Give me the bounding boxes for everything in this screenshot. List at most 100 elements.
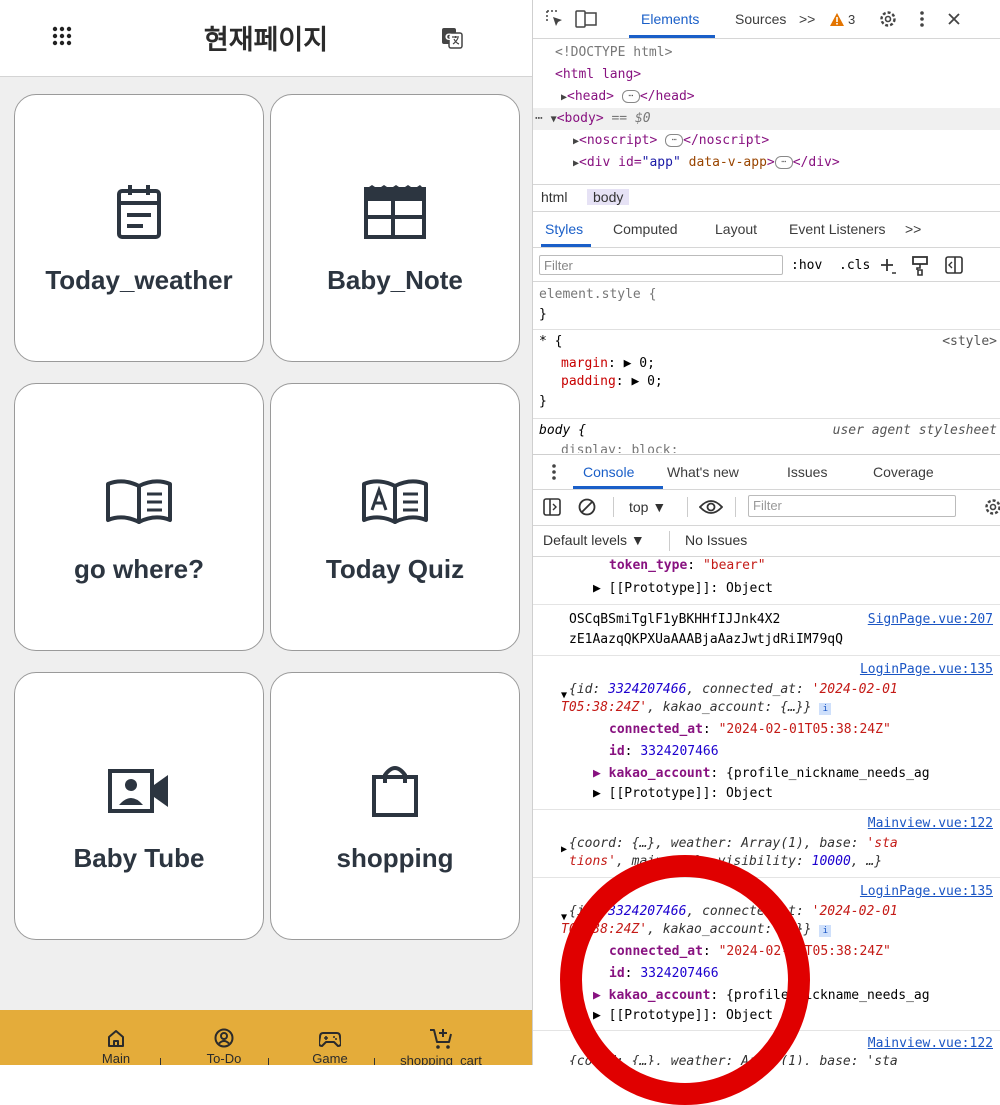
hover-state-button[interactable]: :hov: [791, 258, 822, 273]
tile-today-quiz[interactable]: Today Quiz: [270, 383, 520, 651]
issues-count-button[interactable]: No Issues: [685, 532, 747, 548]
breadcrumb-html[interactable]: html: [541, 189, 567, 205]
device-toolbar-icon[interactable]: [575, 9, 597, 29]
tab-event-listeners[interactable]: Event Listeners: [789, 221, 886, 237]
console-toolbar: top ▼ Filter: [533, 489, 1000, 526]
live-expression-eye-icon[interactable]: [699, 499, 723, 515]
source-link[interactable]: Mainview.vue:122: [868, 816, 993, 831]
warning-icon[interactable]: [829, 12, 845, 27]
toolbar-divider: [687, 497, 688, 517]
nav-todo[interactable]: To-Do: [174, 1028, 274, 1065]
tile-label: Baby_Note: [327, 265, 463, 295]
nav-divider: [160, 1058, 161, 1065]
table-layout-icon: [271, 183, 519, 241]
collapsed-content-icon[interactable]: ⋯: [774, 156, 793, 169]
nav-label: To-Do: [206, 1051, 242, 1065]
warning-count[interactable]: 3: [848, 12, 855, 27]
dom-node-noscript[interactable]: ▶<noscript> ⋯ </noscript>: [533, 130, 1000, 152]
collapsed-content-icon[interactable]: ⋯: [665, 134, 684, 147]
toggle-sidebar-icon[interactable]: [945, 256, 963, 274]
cart-plus-icon: [430, 1029, 452, 1049]
console-sidebar-icon[interactable]: [543, 498, 561, 516]
nav-main[interactable]: Main: [66, 1028, 166, 1065]
nav-label: shopping_cart: [400, 1053, 482, 1065]
tab-elements[interactable]: Elements: [641, 11, 699, 27]
source-link[interactable]: LoginPage.vue:135: [860, 662, 993, 677]
book-open-icon: [15, 472, 263, 530]
svg-text:G: G: [445, 33, 452, 43]
translate-icon[interactable]: G: [441, 27, 463, 49]
close-icon[interactable]: [947, 12, 961, 26]
tab-layout[interactable]: Layout: [715, 221, 757, 237]
tab-coverage[interactable]: Coverage: [873, 464, 934, 480]
context-selector[interactable]: top ▼: [629, 499, 666, 515]
settings-gear-icon[interactable]: [878, 9, 898, 29]
more-options-icon[interactable]: [919, 10, 925, 28]
tab-console[interactable]: Console: [583, 464, 634, 480]
mobile-app-view: 현재페이지 G Today_weather Baby_Note go where…: [0, 0, 532, 1065]
toolbar-divider: [669, 531, 670, 551]
clear-console-icon[interactable]: [577, 497, 597, 517]
tab-sources[interactable]: Sources: [735, 11, 786, 27]
rule-universal[interactable]: * { <style> margin: ▶ 0; padding: ▶ 0; }: [533, 330, 1000, 419]
source-link[interactable]: LoginPage.vue:135: [860, 884, 993, 899]
drawer-menu-icon[interactable]: [551, 463, 557, 481]
home-icon: [108, 1030, 124, 1047]
rule-element-style[interactable]: element.style { }: [533, 283, 1000, 330]
styles-filter-input[interactable]: Filter: [539, 255, 783, 275]
class-toggle-button[interactable]: .cls: [839, 258, 870, 273]
tile-label: Today_weather: [45, 265, 233, 295]
red-circle-annotation: [560, 855, 810, 1105]
tile-label: shopping: [336, 843, 454, 873]
add-rule-icon[interactable]: [879, 257, 897, 275]
styles-filter-row: Filter :hov .cls: [533, 251, 1000, 282]
more-tabs-button[interactable]: >>: [799, 11, 815, 27]
tile-shopping[interactable]: shopping: [270, 672, 520, 940]
bottom-navigation: Main To-Do Game shopping_cart: [0, 1010, 532, 1065]
rule-body-ua[interactable]: body { user agent stylesheet display: bl…: [533, 419, 1000, 453]
paint-roller-icon[interactable]: [911, 256, 929, 276]
tile-baby-note[interactable]: Baby_Note: [270, 94, 520, 362]
collapsed-content-icon[interactable]: ⋯: [621, 90, 640, 103]
shopping-bag-icon: [271, 761, 519, 819]
message-divider: [533, 604, 1000, 605]
dom-node-div-app[interactable]: ▶<div id="app" data-v-app> ⋯ </div>: [533, 152, 1000, 174]
app-header: 현재페이지 G: [0, 0, 532, 77]
nav-shopping-cart[interactable]: shopping_cart: [386, 1028, 496, 1065]
log-levels-dropdown[interactable]: Default levels ▼: [543, 532, 645, 548]
dom-node-html[interactable]: <html lang>: [533, 64, 1000, 86]
breadcrumb-body[interactable]: body: [587, 189, 630, 205]
more-style-tabs-button[interactable]: >>: [905, 221, 921, 237]
tile-baby-tube[interactable]: Baby Tube: [14, 672, 264, 940]
console-settings-gear-icon[interactable]: [983, 497, 1000, 517]
tile-today-weather[interactable]: Today_weather: [14, 94, 264, 362]
tab-computed[interactable]: Computed: [613, 221, 678, 237]
info-icon[interactable]: i: [819, 925, 832, 937]
nav-game[interactable]: Game: [280, 1028, 380, 1065]
tab-issues[interactable]: Issues: [787, 464, 827, 480]
toolbar-divider: [735, 497, 736, 517]
source-link[interactable]: Mainview.vue:122: [868, 1036, 993, 1051]
calendar-icon: [15, 183, 263, 241]
dom-node-doctype[interactable]: <!DOCTYPE html>: [533, 42, 1000, 64]
dom-node-body-selected[interactable]: ⋯ ▼<body> == $0: [533, 108, 1000, 130]
message-divider: [533, 655, 1000, 656]
console-filter-input[interactable]: Filter: [748, 495, 956, 517]
tab-whats-new[interactable]: What's new: [667, 464, 739, 480]
account-circle-icon: [214, 1028, 234, 1048]
active-tab-indicator: [629, 35, 715, 38]
toolbar-divider: [613, 497, 614, 517]
message-divider: [533, 877, 1000, 878]
tab-styles[interactable]: Styles: [545, 221, 583, 237]
dom-node-head[interactable]: ▶<head> ⋯ </head>: [533, 86, 1000, 108]
source-link[interactable]: SignPage.vue:207: [868, 612, 993, 627]
inspect-element-icon[interactable]: [545, 9, 565, 29]
nav-label: Main: [101, 1051, 131, 1065]
tile-go-where[interactable]: go where?: [14, 383, 264, 651]
nav-divider: [268, 1058, 269, 1065]
info-icon[interactable]: i: [819, 703, 832, 715]
video-account-icon: [15, 761, 263, 819]
console-levels-bar: Default levels ▼ No Issues: [533, 526, 1000, 557]
book-alpha-icon: [271, 472, 519, 530]
active-tab-indicator: [541, 244, 591, 247]
